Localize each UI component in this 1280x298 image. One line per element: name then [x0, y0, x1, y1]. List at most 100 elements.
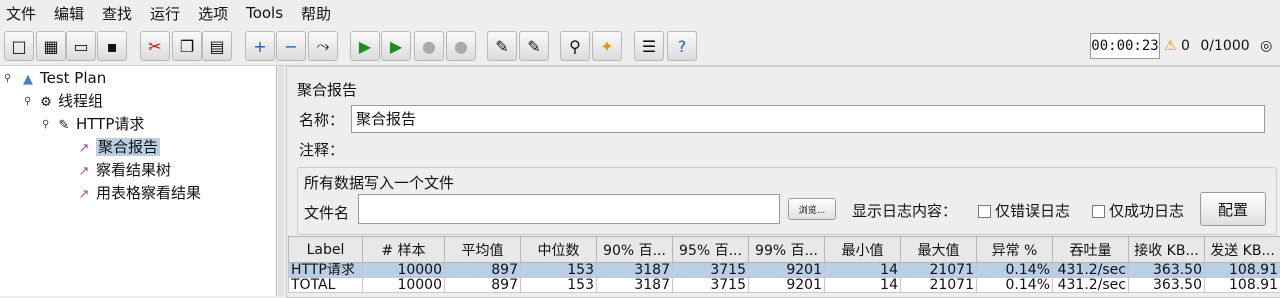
tree-node-thread-group[interactable]: ⚙线程组: [38, 91, 103, 111]
splitter[interactable]: [278, 66, 284, 296]
col-header[interactable]: 吞吐量: [1053, 237, 1129, 263]
expand-toggle-icon[interactable]: ⚲: [24, 96, 31, 107]
table-cell: 10000: [363, 263, 445, 278]
errors-only-checkbox[interactable]: [978, 205, 991, 218]
tree-node-test-plan[interactable]: ▲Test Plan: [20, 68, 106, 88]
menu-file[interactable]: 文件: [6, 3, 36, 24]
name-label: 名称：: [299, 109, 344, 130]
new-icon[interactable]: □: [4, 31, 34, 61]
menu-run[interactable]: 运行: [150, 3, 180, 24]
table-cell: 897: [445, 278, 521, 293]
listener-icon: ↗: [76, 139, 92, 159]
table-cell: 9201: [749, 278, 825, 293]
menu-tools[interactable]: Tools: [246, 4, 283, 22]
start-no-pause-icon[interactable]: ▶: [381, 31, 411, 61]
thread-count: 0/1000: [1200, 38, 1249, 54]
table-cell: 10000: [363, 278, 445, 293]
table-cell: 14: [825, 263, 901, 278]
col-header[interactable]: 平均值: [445, 237, 521, 263]
col-header[interactable]: 最小值: [825, 237, 901, 263]
status-area: ⚠ 0 0/1000 ◎: [1164, 33, 1272, 59]
clear-all-icon[interactable]: ✎: [519, 31, 549, 61]
listener-icon: ↗: [76, 185, 92, 205]
errors-only-option[interactable]: 仅错误日志: [978, 200, 1070, 221]
name-field[interactable]: 聚合报告: [351, 105, 1265, 133]
table-cell: 3715: [673, 278, 749, 293]
filename-label: 文件名: [304, 202, 349, 223]
tree-node-results-tree[interactable]: ↗察看结果树: [76, 160, 171, 180]
table-cell: 431.2/sec: [1053, 278, 1129, 293]
table-cell: 0.14%: [977, 263, 1053, 278]
warning-count: 0: [1181, 38, 1190, 54]
paste-icon[interactable]: ▤: [202, 31, 232, 61]
group-title: 所有数据写入一个文件: [304, 172, 454, 193]
table-cell: 153: [521, 263, 597, 278]
menu-options[interactable]: 选项: [198, 3, 228, 24]
stop-icon[interactable]: ●: [414, 31, 444, 61]
table-cell: 363.50: [1129, 278, 1205, 293]
table-cell: 0.14%: [977, 278, 1053, 293]
col-header[interactable]: Label: [289, 237, 363, 263]
col-header[interactable]: 最大值: [901, 237, 977, 263]
table-header-row: Label # 样本 平均值 中位数 90% 百... 95% 百... 99%…: [289, 237, 1280, 263]
configure-button[interactable]: 配置: [1200, 192, 1266, 226]
menu-search[interactable]: 查找: [102, 3, 132, 24]
comment-label: 注释：: [299, 139, 344, 160]
col-header[interactable]: 95% 百...: [673, 237, 749, 263]
expand-toggle-icon[interactable]: ⚲: [42, 119, 49, 130]
table-cell: 3187: [597, 278, 673, 293]
copy-icon[interactable]: ❐: [172, 31, 202, 61]
test-plan-icon: ▲: [20, 70, 36, 90]
col-header[interactable]: # 样本: [363, 237, 445, 263]
test-plan-tree[interactable]: ⚲ ▲Test Plan ⚲ ⚙线程组 ⚲ ✎HTTP请求 ↗聚合报告 ↗察看结…: [0, 66, 277, 296]
search-icon[interactable]: ⚲: [560, 31, 590, 61]
save-icon[interactable]: ▪: [97, 31, 127, 61]
tree-node-results-table[interactable]: ↗用表格察看结果: [76, 183, 201, 203]
clear-icon[interactable]: ✎: [487, 31, 517, 61]
warning-icon: ⚠: [1164, 38, 1177, 54]
table-cell: 3187: [597, 263, 673, 278]
gear-icon: ⚙: [38, 93, 54, 113]
menu-bar: 文件 编辑 查找 运行 选项 Tools 帮助: [0, 0, 1280, 26]
comment-field[interactable]: [351, 135, 1265, 159]
filename-input[interactable]: [358, 194, 780, 224]
toggle-icon[interactable]: ⤳: [308, 31, 338, 61]
table-row[interactable]: HTTP请求 10000 897 153 3187 3715 9201 14 2…: [289, 263, 1280, 278]
tree-node-http-request[interactable]: ✎HTTP请求: [56, 114, 144, 134]
collapse-all-icon[interactable]: −: [276, 31, 306, 61]
menu-edit[interactable]: 编辑: [54, 3, 84, 24]
reset-search-icon[interactable]: ✦: [592, 31, 622, 61]
expand-all-icon[interactable]: +: [245, 31, 275, 61]
toolbar: □ ▦ ▭ ▪ ✂ ❐ ▤ + − ⤳ ▶ ▶ ● ● ✎ ✎ ⚲ ✦ ☰ ?: [0, 27, 1280, 66]
table-cell: 897: [445, 263, 521, 278]
help-icon[interactable]: ?: [667, 31, 697, 61]
table-cell: TOTAL: [289, 278, 363, 293]
templates-icon[interactable]: ▦: [36, 31, 66, 61]
col-header[interactable]: 异常 %: [977, 237, 1053, 263]
table-row[interactable]: TOTAL 10000 897 153 3187 3715 9201 14 21…: [289, 278, 1280, 293]
browse-button[interactable]: 浏览...: [788, 198, 836, 220]
shutdown-icon[interactable]: ●: [446, 31, 476, 61]
cut-icon[interactable]: ✂: [140, 31, 170, 61]
table-cell: 108.91: [1205, 263, 1280, 278]
sampler-icon: ✎: [56, 116, 72, 136]
table-cell: 431.2/sec: [1053, 263, 1129, 278]
col-header[interactable]: 接收 KB...: [1129, 237, 1205, 263]
open-icon[interactable]: ▭: [66, 31, 96, 61]
col-header[interactable]: 中位数: [521, 237, 597, 263]
table-cell: 14: [825, 278, 901, 293]
table-cell: 108.91: [1205, 278, 1280, 293]
menu-help[interactable]: 帮助: [301, 3, 331, 24]
success-only-checkbox[interactable]: [1092, 205, 1105, 218]
expand-toggle-icon[interactable]: ⚲: [4, 73, 11, 84]
listener-icon: ↗: [76, 162, 92, 182]
tree-node-aggregate-report[interactable]: ↗聚合报告: [76, 137, 160, 157]
success-only-option[interactable]: 仅成功日志: [1092, 200, 1184, 221]
table-cell: HTTP请求: [289, 263, 363, 278]
col-header[interactable]: 99% 百...: [749, 237, 825, 263]
table-cell: 153: [521, 278, 597, 293]
function-helper-icon[interactable]: ☰: [634, 31, 664, 61]
col-header[interactable]: 发送 KB...: [1205, 237, 1280, 263]
start-icon[interactable]: ▶: [350, 31, 380, 61]
col-header[interactable]: 90% 百...: [597, 237, 673, 263]
